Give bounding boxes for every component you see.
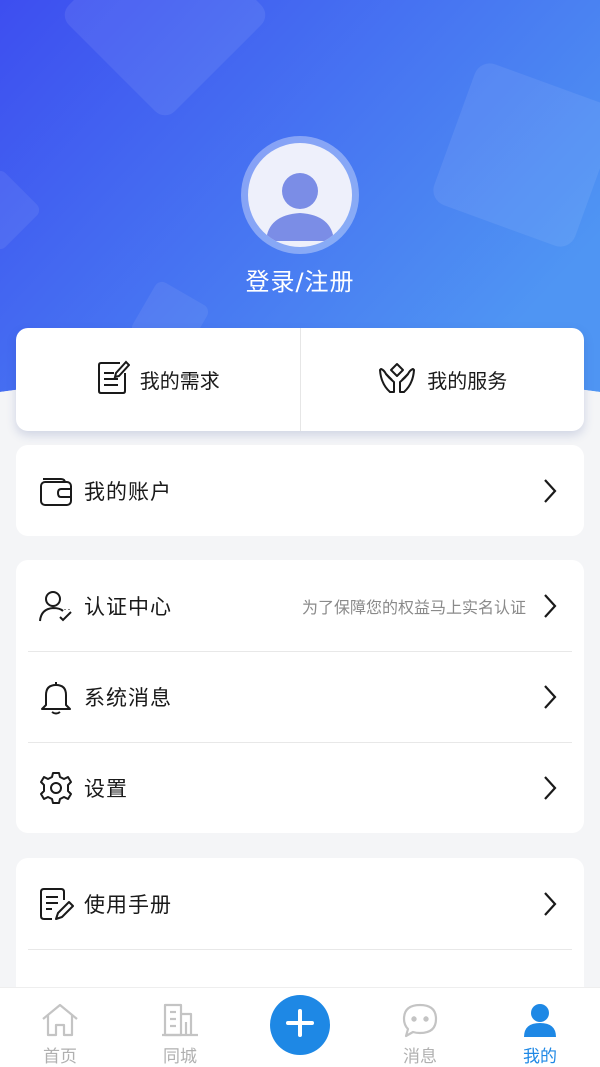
menu-item-user-manual[interactable]: 使用手册 xyxy=(16,858,584,949)
tab-mine[interactable]: 我的 xyxy=(480,988,600,1067)
user-verify-icon xyxy=(38,588,74,624)
chevron-right-icon xyxy=(542,477,558,505)
quick-actions-card: 我的需求 我的服务 xyxy=(16,328,584,431)
chevron-right-icon xyxy=(542,890,558,918)
user-icon xyxy=(520,1000,560,1040)
manual-icon xyxy=(38,886,74,922)
menu-item-system-messages[interactable]: 系统消息 xyxy=(16,651,584,742)
settings-card: 认证中心 为了保障您的权益马上实名认证 系统消息 设置 xyxy=(16,560,584,833)
tab-label: 消息 xyxy=(403,1047,437,1067)
chat-icon xyxy=(400,1000,440,1040)
chevron-right-icon xyxy=(542,774,558,802)
menu-item-label: 我的账户 xyxy=(84,479,172,504)
tab-home[interactable]: 首页 xyxy=(0,988,120,1067)
menu-item-label: 设置 xyxy=(84,776,128,801)
menu-item-verification-center[interactable]: 认证中心 为了保障您的权益马上实名认证 xyxy=(16,560,584,651)
menu-item-label: 系统消息 xyxy=(84,685,172,710)
my-requests-label: 我的需求 xyxy=(139,369,220,393)
avatar[interactable] xyxy=(241,136,359,254)
tab-label: 首页 xyxy=(43,1047,77,1067)
default-avatar-icon xyxy=(248,143,352,247)
tab-publish xyxy=(240,988,360,1067)
gear-icon xyxy=(38,770,74,806)
tab-messages[interactable]: 消息 xyxy=(360,988,480,1067)
publish-button[interactable] xyxy=(270,994,330,1055)
wallet-icon xyxy=(38,473,74,509)
chevron-right-icon xyxy=(542,683,558,711)
hands-service-icon xyxy=(377,360,417,399)
my-requests-button[interactable]: 我的需求 xyxy=(16,328,300,431)
my-services-button[interactable]: 我的服务 xyxy=(301,328,585,431)
menu-item-my-account[interactable]: 我的账户 xyxy=(16,445,584,536)
chevron-right-icon xyxy=(542,592,558,620)
my-services-label: 我的服务 xyxy=(427,369,508,393)
home-icon xyxy=(40,1000,80,1040)
tab-local[interactable]: 同城 xyxy=(120,988,240,1067)
menu-item-label: 认证中心 xyxy=(84,594,172,619)
account-card: 我的账户 xyxy=(16,445,584,536)
plus-icon xyxy=(285,1008,315,1042)
tab-label: 同城 xyxy=(163,1047,197,1067)
manual-card: 使用手册 xyxy=(16,858,584,998)
buildings-icon xyxy=(160,1000,200,1040)
document-edit-icon xyxy=(96,359,131,400)
tab-label: 我的 xyxy=(523,1047,557,1067)
bell-icon xyxy=(38,679,74,715)
login-register-link[interactable]: 登录/注册 xyxy=(0,262,600,297)
verification-hint: 为了保障您的权益马上实名认证 xyxy=(301,597,526,617)
menu-item-label: 使用手册 xyxy=(84,892,172,917)
bottom-tab-bar: 首页 同城 消息 我的 xyxy=(0,987,600,1067)
menu-item-settings[interactable]: 设置 xyxy=(16,742,584,833)
